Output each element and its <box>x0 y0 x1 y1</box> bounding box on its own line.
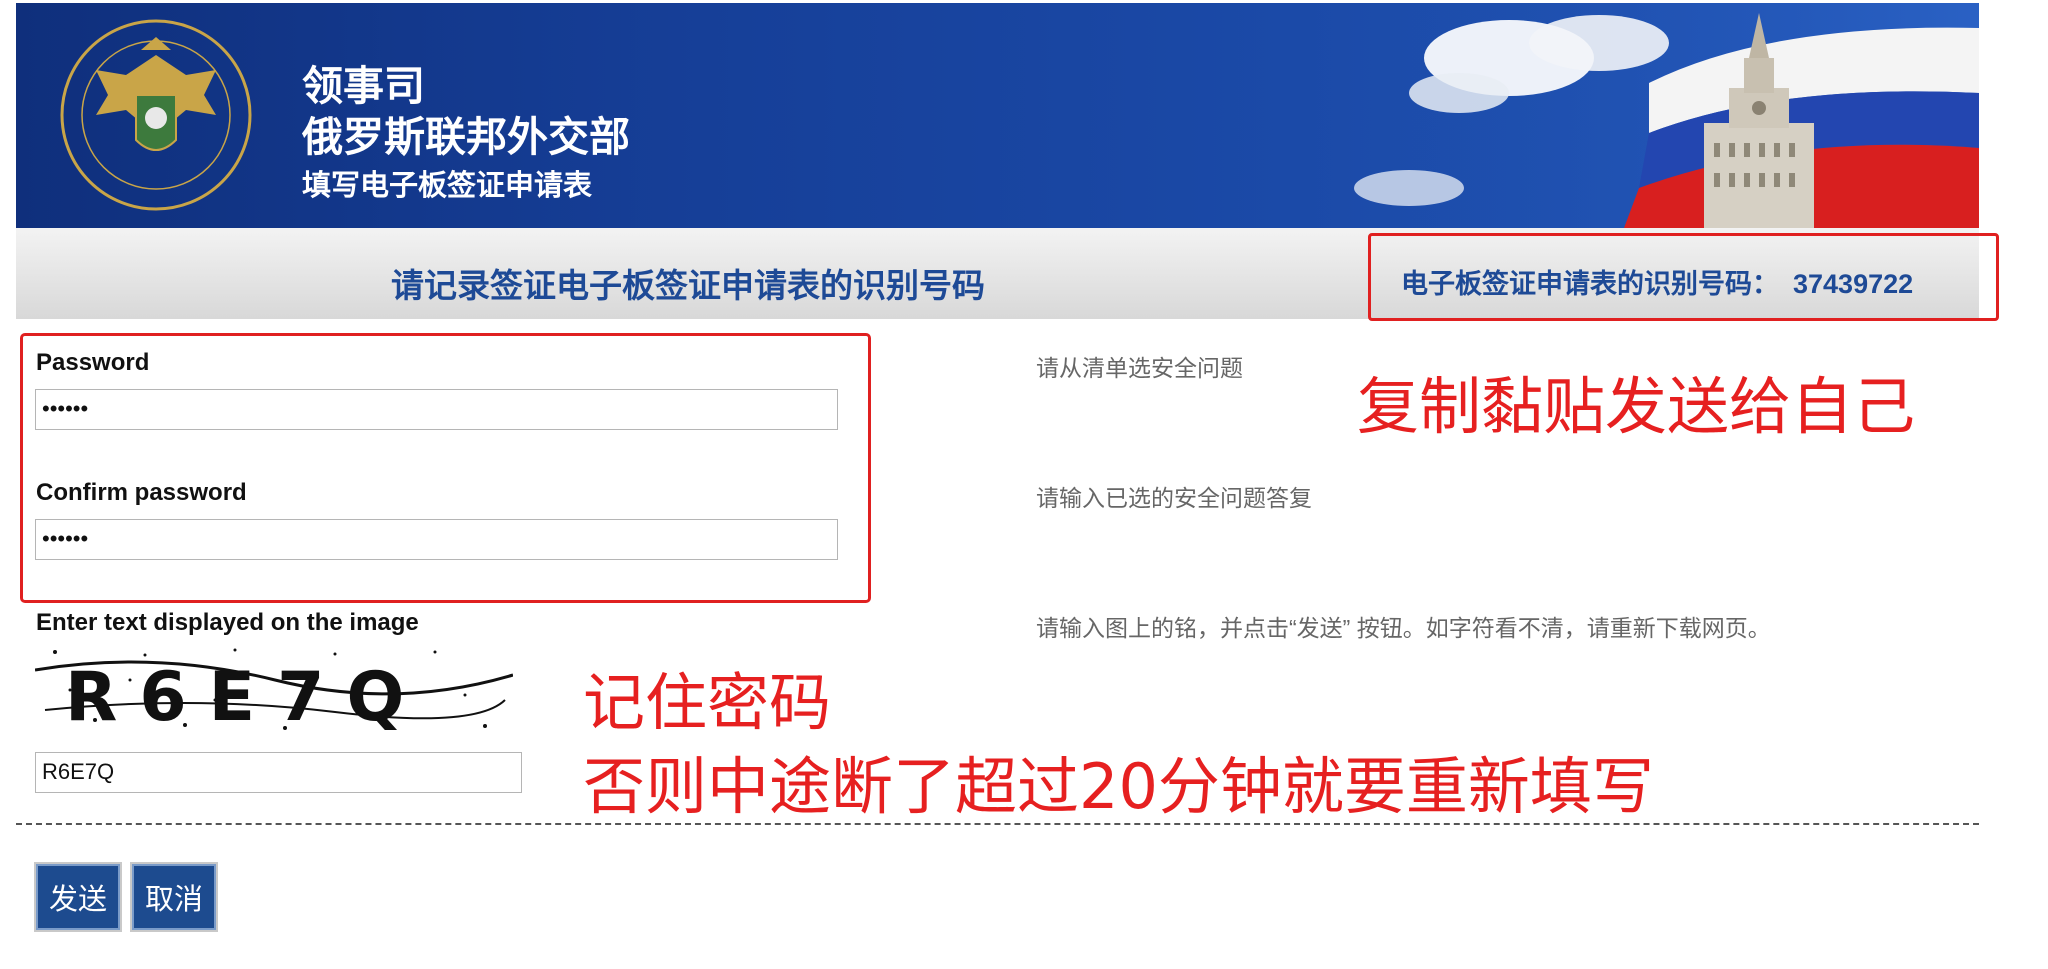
id-highlight-box: 电子板签证申请表的识别号码： 37439722 <box>1368 233 1999 321</box>
application-id-label: 电子板签证申请表的识别号码： <box>1401 269 1779 299</box>
section-divider <box>16 823 1979 825</box>
password-field[interactable]: •••••• <box>35 389 838 430</box>
strip-heading: 请记录签证电子板签证申请表的识别号码 <box>391 267 985 304</box>
header-title-line1: 领事司 <box>302 63 425 109</box>
remember-annotation: 记住密码 <box>583 666 832 739</box>
header-title-block: 领事司 俄罗斯联邦外交部 填写电子板签证申请表 <box>302 61 630 204</box>
confirm-password-field[interactable]: •••••• <box>35 519 838 560</box>
captcha-text: R6E7Q <box>65 658 426 734</box>
copy-annotation: 复制黏贴发送给自己 <box>1357 370 1916 443</box>
captcha-image: R6E7Q <box>35 640 513 734</box>
header-title-line3: 填写电子板签证申请表 <box>302 169 593 202</box>
consular-emblem-icon <box>60 19 252 211</box>
captcha-hint: 请输入图上的铭，并点击“发送” 按钮。如字符看不清，请重新下载网页。 <box>1036 615 1771 641</box>
header-banner: 领事司 俄罗斯联邦外交部 填写电子板签证申请表 <box>16 3 1979 228</box>
banner-flag-building-image <box>1319 3 1979 228</box>
application-id: 电子板签证申请表的识别号码： 37439722 <box>1401 262 1913 301</box>
security-question-hint: 请从清单选安全问题 <box>1036 355 1243 381</box>
application-id-value: 37439722 <box>1793 269 1914 299</box>
security-answer-hint: 请输入已选的安全问题答复 <box>1036 485 1312 511</box>
restart-annotation: 否则中途断了超过20分钟就要重新填写 <box>583 750 1654 823</box>
cancel-button[interactable]: 取消 <box>130 862 218 932</box>
captcha-input[interactable]: R6E7Q <box>35 752 522 793</box>
send-button[interactable]: 发送 <box>34 862 122 932</box>
password-label: Password <box>36 349 150 376</box>
id-strip: 请记录签证电子板签证申请表的识别号码 电子板签证申请表的识别号码： 3743972… <box>16 228 1999 321</box>
header-title-line2: 俄罗斯联邦外交部 <box>302 114 630 161</box>
captcha-label: Enter text displayed on the image <box>36 609 419 636</box>
confirm-password-label: Confirm password <box>36 479 247 506</box>
